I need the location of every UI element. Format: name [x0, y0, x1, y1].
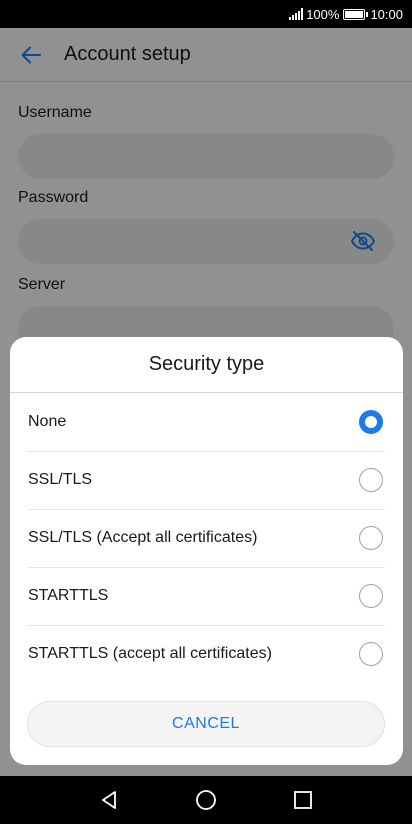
- back-triangle-icon: [101, 791, 116, 809]
- option-starttls-accept-all[interactable]: STARTTLS (accept all certificates): [10, 625, 403, 683]
- option-label: SSL/TLS: [28, 471, 93, 488]
- clock: 10:00: [370, 6, 403, 22]
- option-ssl-tls[interactable]: SSL/TLS: [10, 451, 403, 509]
- battery-percent: 100%: [306, 6, 340, 22]
- radio-unselected-icon[interactable]: [359, 642, 383, 666]
- signal-icon: [289, 8, 304, 20]
- option-label: None: [28, 413, 67, 430]
- radio-unselected-icon[interactable]: [359, 468, 383, 492]
- option-starttls[interactable]: STARTTLS: [10, 567, 403, 625]
- recents-square-icon: [294, 791, 313, 809]
- home-circle-icon: [196, 790, 216, 810]
- nav-back-button[interactable]: [89, 780, 129, 820]
- option-none[interactable]: None: [10, 393, 403, 451]
- nav-home-button[interactable]: [186, 780, 226, 820]
- cancel-button[interactable]: CANCEL: [27, 701, 385, 747]
- radio-unselected-icon[interactable]: [359, 526, 383, 550]
- status-bar: 100% 10:00: [0, 0, 412, 28]
- option-label: STARTTLS (accept all certificates): [28, 645, 272, 662]
- radio-unselected-icon[interactable]: [359, 584, 383, 608]
- option-label: SSL/TLS (Accept all certificates): [28, 529, 258, 546]
- radio-selected-icon[interactable]: [359, 410, 383, 434]
- dialog-title: Security type: [10, 337, 403, 393]
- system-nav-bar: [0, 776, 412, 824]
- option-label: STARTTLS: [28, 587, 109, 604]
- option-ssl-tls-accept-all[interactable]: SSL/TLS (Accept all certificates): [10, 509, 403, 567]
- security-type-dialog: Security type None SSL/TLS SSL/TLS (Acce…: [10, 337, 403, 765]
- nav-recents-button[interactable]: [283, 780, 323, 820]
- battery-icon: [343, 8, 369, 20]
